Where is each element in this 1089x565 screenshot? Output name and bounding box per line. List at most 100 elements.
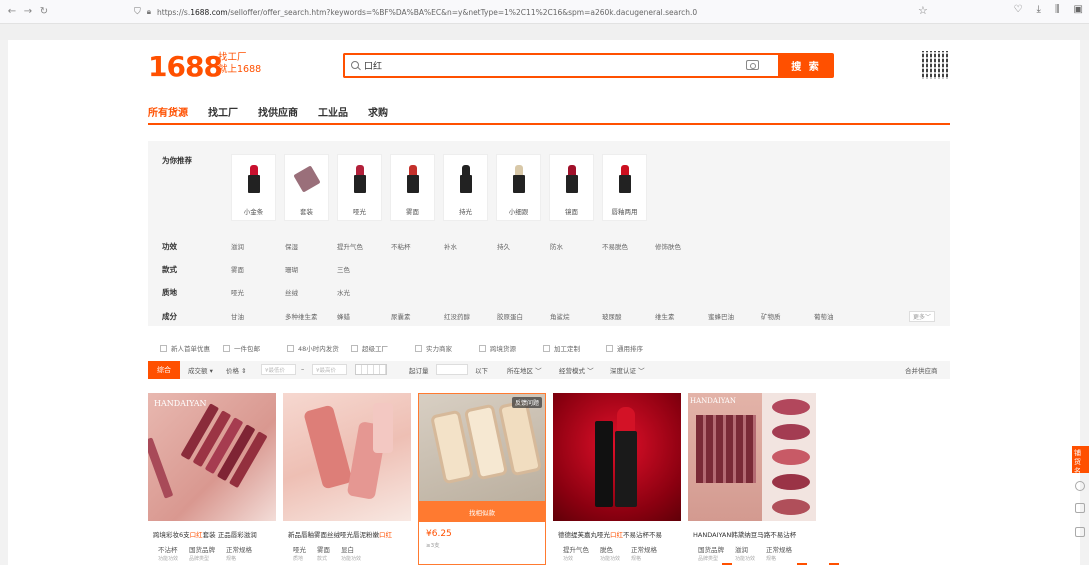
- tab-all-goods[interactable]: 所有货源: [148, 104, 188, 119]
- sort-price[interactable]: 价格 ⇕: [226, 365, 247, 375]
- attr-option[interactable]: 矿物质: [761, 311, 781, 321]
- filter-checkbox[interactable]: 48小时内发货: [287, 343, 339, 353]
- reload-icon[interactable]: ↻: [36, 6, 52, 17]
- attr-option[interactable]: 尿囊素: [391, 311, 411, 321]
- camera-icon[interactable]: [746, 60, 759, 70]
- product-tags: 提升气色 功效 脱色 功能功效 正常规格 规格: [563, 546, 658, 562]
- recommend-item[interactable]: 镜面: [549, 154, 594, 221]
- attr-option[interactable]: 丝绒: [285, 287, 298, 297]
- mode-dropdown[interactable]: 经营模式 ﹀: [559, 365, 594, 375]
- attr-option[interactable]: 防水: [550, 241, 563, 251]
- sort-default[interactable]: 综合: [148, 361, 180, 379]
- tab-buy-request[interactable]: 求购: [368, 104, 388, 119]
- attr-option[interactable]: 雾面: [231, 264, 244, 274]
- headset-icon[interactable]: [1075, 481, 1085, 491]
- attr-option[interactable]: 补水: [444, 241, 457, 251]
- sort-sales[interactable]: 成交额 ▾: [188, 365, 213, 375]
- recommend-item[interactable]: 哑光: [337, 154, 382, 221]
- merge-supplier-toggle[interactable]: 合并供应商: [905, 365, 938, 375]
- attr-option[interactable]: 滋润: [231, 241, 244, 251]
- product-card[interactable]: HANDAIYAN HANDAIYAN韩黛纳豆马路不易沾杯 国货品牌 品牌类型 滋…: [688, 393, 816, 565]
- recommend-item[interactable]: 套装: [284, 154, 329, 221]
- category-nav: 所有货源 找工厂 找供应商 工业品 求购: [148, 104, 388, 119]
- attr-option[interactable]: 葡萄油: [814, 311, 834, 321]
- product-card[interactable]: 德德缇芙嘉丸哑光口红不易沾杯不易 提升气色 功效 脱色 功能功效 正常规格 规格: [553, 393, 681, 565]
- cert-dropdown[interactable]: 深度认证 ﹀: [610, 365, 645, 375]
- product-image[interactable]: 反馈问题 找相似款: [419, 394, 545, 522]
- attr-row-texture: 质地 哑光 丝绒 水光: [148, 282, 950, 302]
- back-icon[interactable]: ←: [4, 6, 20, 17]
- more-button[interactable]: 更多 ﹀: [909, 311, 935, 322]
- side-widget[interactable]: 铺货 名片: [1072, 446, 1089, 484]
- filter-checkbox[interactable]: 超级工厂: [351, 343, 388, 353]
- product-image[interactable]: [553, 393, 681, 521]
- attr-option[interactable]: 甘油: [231, 311, 244, 321]
- attr-option[interactable]: 不粘杯: [391, 241, 411, 251]
- attr-row-style: 款式 雾面 珊瑚 三色: [148, 259, 950, 279]
- attr-option[interactable]: 玻尿酸: [602, 311, 622, 321]
- tab-find-factory[interactable]: 找工厂: [208, 104, 238, 119]
- view-toggle[interactable]: [355, 364, 387, 375]
- library-icon[interactable]: ⫼: [1055, 4, 1060, 15]
- price-min-input[interactable]: ¥最低价: [261, 364, 296, 375]
- tab-find-supplier[interactable]: 找供应商: [258, 104, 298, 119]
- filter-checkbox[interactable]: 跨境货源: [479, 343, 516, 353]
- attr-option[interactable]: 不易脱色: [602, 241, 628, 251]
- attr-option[interactable]: 哑光: [231, 287, 244, 297]
- price-max-input[interactable]: ¥最高价: [312, 364, 347, 375]
- product-tags: 不沾杯 功能功效 国货品牌 品牌类型 正常规格 规格: [158, 546, 253, 562]
- attr-option[interactable]: 蜂蜡: [337, 311, 350, 321]
- filter-checkbox[interactable]: 通用排序: [606, 343, 643, 353]
- recommend-item[interactable]: 雾面: [390, 154, 435, 221]
- attr-option[interactable]: 维生素: [655, 311, 675, 321]
- phone-icon[interactable]: [1075, 503, 1085, 513]
- attr-option[interactable]: 多种维生素: [285, 311, 318, 321]
- filter-checkbox[interactable]: 一件包邮: [223, 343, 260, 353]
- attr-option[interactable]: 红没药醇: [444, 311, 470, 321]
- moq-input[interactable]: [436, 364, 468, 375]
- attr-option[interactable]: 持久: [497, 241, 510, 251]
- recommend-item[interactable]: 持光: [443, 154, 488, 221]
- product-card[interactable]: 反馈问题 找相似款 ¥6.25 ≥3支: [418, 393, 546, 565]
- attr-option[interactable]: 蜜蜂巴油: [708, 311, 734, 321]
- recommend-item[interactable]: 唇釉两用: [602, 154, 647, 221]
- attr-option[interactable]: 水光: [337, 287, 350, 297]
- location-dropdown[interactable]: 所在地区 ﹀: [507, 365, 542, 375]
- product-title[interactable]: 德德缇芙嘉丸哑光口红不易沾杯不易: [558, 529, 680, 539]
- attr-option[interactable]: 胶原蛋白: [497, 311, 523, 321]
- feedback-icon[interactable]: [1075, 527, 1085, 537]
- product-title[interactable]: 跨境彩妆6支口红套装 正品唇彩滋润: [153, 529, 275, 539]
- filter-checkbox[interactable]: 实力商家: [415, 343, 452, 353]
- product-image[interactable]: HANDAIYAN: [688, 393, 816, 521]
- recommend-item[interactable]: 小细跟: [496, 154, 541, 221]
- product-image[interactable]: [283, 393, 411, 521]
- filter-checkbox[interactable]: 加工定制: [543, 343, 580, 353]
- tab-industrial[interactable]: 工业品: [318, 104, 348, 119]
- product-title[interactable]: HANDAIYAN韩黛纳豆马路不易沾杯: [693, 529, 815, 539]
- pocket-icon[interactable]: ♡: [1014, 4, 1023, 15]
- product-title[interactable]: 新品唇釉雾面丝绒哑光唇泥粉嫩口红: [288, 529, 410, 539]
- attr-option[interactable]: 修饰肤色: [655, 241, 681, 251]
- product-card[interactable]: 新品唇釉雾面丝绒哑光唇泥粉嫩口红 哑光 质地 雾面 款式 显白 功能功效: [283, 393, 411, 565]
- bookmark-star-icon[interactable]: ☆: [918, 4, 928, 17]
- search-input[interactable]: [364, 60, 744, 71]
- url-bar[interactable]: ⛉ 🔒︎ https://s.1688.com/selloffer/offer_…: [134, 3, 954, 21]
- find-similar-button[interactable]: 找相似款: [419, 501, 545, 522]
- attr-option[interactable]: 角鲨烷: [550, 311, 570, 321]
- logo[interactable]: 1688: [148, 50, 223, 83]
- moq-unit: 以下: [475, 367, 488, 375]
- search-button[interactable]: 搜 索: [778, 53, 834, 78]
- feedback-badge[interactable]: 反馈问题: [511, 397, 542, 408]
- product-tags: 哑光 质地 雾面 款式 显白 功能功效: [293, 546, 362, 562]
- download-icon[interactable]: ⤓: [1037, 4, 1041, 15]
- product-image[interactable]: HANDAIYAN: [148, 393, 276, 521]
- attr-option[interactable]: 珊瑚: [285, 264, 298, 274]
- attr-option[interactable]: 三色: [337, 264, 350, 274]
- filter-checkbox[interactable]: 新人首单优惠: [160, 343, 210, 353]
- attr-option[interactable]: 提升气色: [337, 241, 363, 251]
- product-card[interactable]: HANDAIYAN 跨境彩妆6支口红套装 正品唇彩滋润 不沾杯 功能功效 国货品牌…: [148, 393, 276, 565]
- attr-option[interactable]: 保湿: [285, 241, 298, 251]
- reader-icon[interactable]: ▣: [1074, 4, 1083, 15]
- recommend-item[interactable]: 小金条: [231, 154, 276, 221]
- forward-icon[interactable]: →: [20, 6, 36, 17]
